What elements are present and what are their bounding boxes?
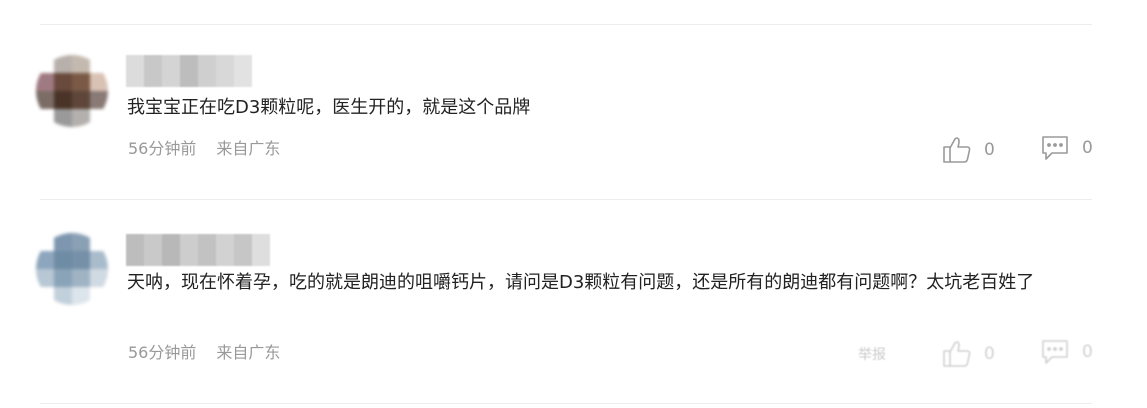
reply-count: 0 <box>1082 138 1093 158</box>
avatar-pixel <box>54 233 72 251</box>
avatar-pixel <box>72 55 90 73</box>
avatar-pixel <box>54 91 72 109</box>
avatar-pixel <box>90 287 108 305</box>
avatar-pixel <box>72 73 90 91</box>
comment-location: 来自广东 <box>216 139 281 158</box>
thumbs-up-icon <box>942 136 972 164</box>
username-pixel <box>234 55 252 87</box>
avatar-pixel <box>36 233 54 251</box>
avatar-pixel <box>72 251 90 269</box>
comment-location: 来自广东 <box>216 343 281 362</box>
username-pixel <box>198 234 216 266</box>
username-pixel <box>252 234 270 266</box>
avatar[interactable] <box>36 233 108 305</box>
username-blurred[interactable] <box>126 234 270 266</box>
avatar-pixel <box>36 73 54 91</box>
comment-time: 56分钟前 <box>128 139 197 158</box>
comment-time: 56分钟前 <box>128 343 197 362</box>
like-button[interactable]: 0 <box>942 136 995 164</box>
reply-count: 0 <box>1082 342 1093 362</box>
avatar-pixel <box>36 287 54 305</box>
top-divider <box>40 24 1092 25</box>
username-pixel <box>126 55 144 87</box>
avatar-pixel <box>72 269 90 287</box>
avatar-pixel <box>90 251 108 269</box>
avatar-pixel <box>90 233 108 251</box>
avatar-pixel <box>54 269 72 287</box>
comment-divider <box>40 199 1092 200</box>
like-button[interactable]: 0 <box>942 340 995 368</box>
username-pixel <box>216 55 234 87</box>
like-count: 0 <box>984 140 995 160</box>
comment-bubble-icon <box>1040 338 1070 366</box>
avatar-pixel <box>72 91 90 109</box>
username-blurred[interactable] <box>126 55 252 87</box>
avatar-pixel <box>72 109 90 127</box>
avatar-pixel <box>54 109 72 127</box>
avatar-pixel <box>54 251 72 269</box>
report-button[interactable]: 举报 <box>858 344 886 364</box>
comment-bubble-icon <box>1040 134 1070 162</box>
avatar-pixel <box>36 269 54 287</box>
username-pixel <box>234 234 252 266</box>
avatar-pixel <box>54 287 72 305</box>
avatar-pixel <box>90 73 108 91</box>
avatar-pixel <box>90 55 108 73</box>
comment-text: 天呐，现在怀着孕，吃的就是朗迪的咀嚼钙片，请问是D3颗粒有问题，还是所有的朗迪都… <box>127 272 1035 293</box>
bottom-divider <box>40 403 1092 404</box>
avatar-pixel <box>90 269 108 287</box>
username-pixel <box>144 55 162 87</box>
username-pixel <box>180 55 198 87</box>
comment-text: 我宝宝正在吃D3颗粒呢，医生开的，就是这个品牌 <box>127 97 531 118</box>
username-pixel <box>162 234 180 266</box>
avatar-pixel <box>36 109 54 127</box>
avatar-pixel <box>36 251 54 269</box>
avatar-pixel <box>54 55 72 73</box>
username-pixel <box>162 55 180 87</box>
avatar[interactable] <box>36 55 108 127</box>
like-count: 0 <box>984 344 995 364</box>
avatar-pixel <box>72 287 90 305</box>
avatar-pixel <box>36 91 54 109</box>
username-pixel <box>198 55 216 87</box>
reply-button[interactable]: 0 <box>1040 134 1093 162</box>
comment-meta: 56分钟前 来自广东 <box>128 139 280 159</box>
avatar-pixel <box>90 109 108 127</box>
thumbs-up-icon <box>942 340 972 368</box>
avatar-pixel <box>54 73 72 91</box>
avatar-pixel <box>36 55 54 73</box>
reply-button[interactable]: 0 <box>1040 338 1093 366</box>
username-pixel <box>126 234 144 266</box>
avatar-pixel <box>72 233 90 251</box>
comment-meta: 56分钟前 来自广东 <box>128 343 280 363</box>
username-pixel <box>144 234 162 266</box>
username-pixel <box>216 234 234 266</box>
avatar-pixel <box>90 91 108 109</box>
username-pixel <box>180 234 198 266</box>
